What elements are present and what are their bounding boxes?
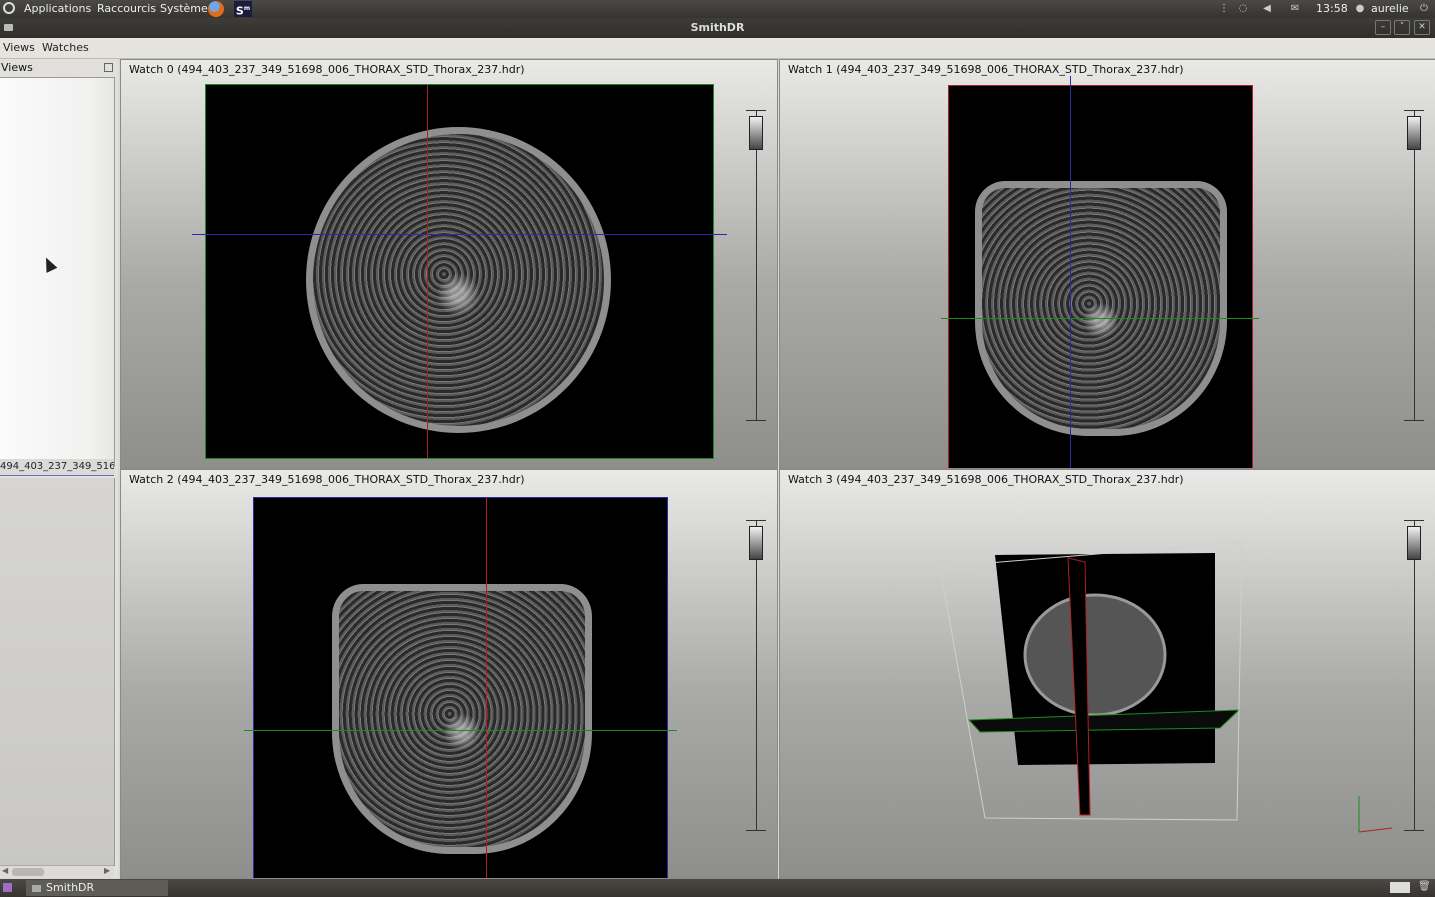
watch-3-slider-track[interactable] [1414,520,1415,830]
watch-2-slider-track[interactable] [756,520,757,830]
menu-watches[interactable]: Watches [42,41,89,54]
watch-2-title: Watch 2 (494_403_237_349_51698_006_THORA… [129,473,525,486]
workspace-switcher-icon[interactable] [1390,882,1410,893]
watch-0-title: Watch 0 (494_403_237_349_51698_006_THORA… [129,63,525,76]
views-list[interactable] [0,77,115,467]
volume-rendering [1023,593,1167,717]
watch-1-title: Watch 1 (494_403_237_349_51698_006_THORA… [788,63,1184,76]
minimize-button[interactable]: – [1375,20,1391,35]
crosshair-vertical [1070,76,1071,468]
watch-0-slider-thumb[interactable] [749,116,763,150]
watch-3-3d-view[interactable] [780,470,1435,878]
menu-applications[interactable]: Applications [24,1,91,17]
crosshair-horizontal [244,730,677,731]
top-panel: Applications Raccourcis Système Sm ⋮ ◌ ◀… [0,0,1435,18]
menu-views[interactable]: Views [3,41,35,54]
dock-properties-area [0,478,115,866]
watch-2-sagittal-view[interactable] [244,497,677,878]
axial-slice-image [306,127,611,433]
dock-tree-item[interactable]: 494_403_237_349_51698_006_THORAX_STD_Tho… [0,459,114,476]
menu-systeme[interactable]: Système [160,1,208,17]
ubuntu-logo-icon[interactable] [3,2,15,14]
watch-2-panel[interactable]: Watch 2 (494_403_237_349_51698_006_THORA… [120,469,778,879]
watch-1-panel[interactable]: Watch 1 (494_403_237_349_51698_006_THORA… [779,59,1435,469]
s-app-icon[interactable]: Sm [234,1,252,18]
slider-bottom-cap [746,830,766,831]
views-dock: Views 494_403_237_349_51698_006_THORAX_S… [0,59,118,878]
bounding-box-edge [939,566,996,576]
watch-3-slider-thumb[interactable] [1407,526,1421,560]
window-titlebar: SmithDR – ˅ ✕ [0,18,1435,38]
watch-0-panel[interactable]: Watch 0 (494_403_237_349_51698_006_THORA… [120,59,778,469]
window-title: SmithDR [690,21,745,34]
dock-float-icon[interactable] [104,63,113,72]
maximize-button[interactable]: ˅ [1394,20,1410,35]
dock-horizontal-scrollbar[interactable]: ◀ ▶ [0,865,114,878]
watch-1-coronal-view[interactable] [941,76,1259,468]
chat-status-icon[interactable]: ● [1354,3,1366,14]
watch-0-axial-view[interactable] [192,84,727,459]
slider-bottom-cap [1404,420,1424,421]
window-icon [32,884,41,892]
slider-bottom-cap [1404,830,1424,831]
user-name[interactable]: aurelie [1371,1,1409,17]
bottom-panel: SmithDR 🗑 [0,879,1435,897]
network-icon[interactable]: ◌ [1237,3,1249,14]
dock-title: Views [1,61,33,74]
firefox-icon[interactable] [208,1,224,17]
crosshair-vertical [427,85,428,458]
show-desktop-icon[interactable] [3,883,12,892]
power-icon[interactable]: ⏻ [1418,3,1430,14]
menu-raccourcis[interactable]: Raccourcis [97,1,156,17]
volume-icon[interactable]: ◀ [1261,3,1273,14]
slider-bottom-cap [746,420,766,421]
scroll-left-icon[interactable]: ◀ [2,866,8,875]
crosshair-vertical [486,498,487,878]
close-button[interactable]: ✕ [1414,20,1430,35]
watch-3-panel[interactable]: Watch 3 (494_403_237_349_51698_006_THORA… [779,469,1435,879]
scroll-thumb[interactable] [12,868,44,876]
crosshair-horizontal [192,234,727,235]
scroll-right-icon[interactable]: ▶ [104,866,110,875]
watch-2-slider-thumb[interactable] [749,526,763,560]
watch-1-slider-thumb[interactable] [1407,116,1421,150]
trash-icon[interactable]: 🗑 [1418,881,1431,892]
crosshair-horizontal [941,318,1259,319]
taskbar-item-label: SmithDR [46,881,95,894]
watch-1-slider-track[interactable] [1414,110,1415,420]
menubar: Views Watches [0,38,1435,59]
coronal-slice-image [975,181,1227,436]
taskbar-item-smithdr[interactable]: SmithDR [26,880,168,896]
more-icon[interactable]: ⋮ [1218,3,1230,14]
watch-0-slider-track[interactable] [756,110,757,420]
clock[interactable]: 13:58 [1316,1,1348,17]
s-app-label: S [235,4,244,18]
axis-x-icon [1358,827,1393,833]
mail-icon[interactable]: ✉ [1289,3,1301,14]
sagittal-slice-image [332,584,592,854]
